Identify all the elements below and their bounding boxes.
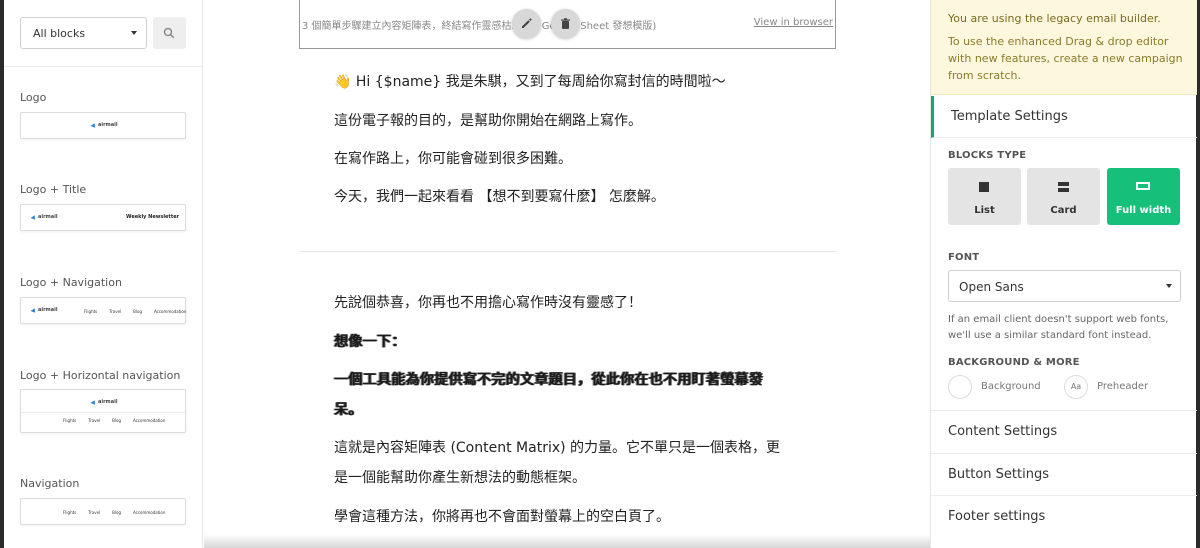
nav-item: Flights	[63, 510, 77, 515]
email-paragraph: 今天，我們一起來看看 【想不到要寫什麼】 怎麼解。	[334, 189, 665, 205]
search-button[interactable]	[153, 17, 186, 49]
view-in-browser-link[interactable]: View in browser	[754, 17, 833, 28]
block-logo[interactable]: airmail	[20, 112, 186, 139]
nav-item: Flights	[84, 309, 98, 314]
block-group-label-logo: Logo	[20, 91, 47, 104]
template-settings-label: Template Settings	[951, 109, 1068, 124]
block-divider	[21, 412, 185, 413]
email-greeting-line: 👋 Hi {$name} 我是朱騏，又到了每周給你寫封信的時間啦～	[334, 71, 726, 91]
settings-sidebar: You are using the legacy email builder. …	[930, 0, 1197, 548]
email-text: Hi {$name} 我是朱騏，又到了每周給你寫封信的時間啦～	[355, 74, 726, 90]
email-paragraph: 學會這種方法，你將再也不會面對螢幕上的空白頁了。	[334, 509, 670, 525]
block-group-label-logo-horizontal-navigation: Logo + Horizontal navigation	[20, 369, 181, 382]
email-paragraph: 先說個恭喜，你再也不用擔心寫作時沒有靈感了！	[334, 295, 642, 311]
font-select-value: Open Sans	[959, 280, 1024, 294]
block-navigation[interactable]: Flights Travel Blog Accommodation	[20, 498, 186, 525]
blocks-type-label: BLOCKS TYPE	[948, 150, 1027, 161]
email-paragraph: 呆。	[334, 402, 363, 418]
airmail-logo: airmail	[91, 122, 118, 128]
block-nav: Flights Travel Blog Accommodation	[84, 309, 186, 314]
nav-item: Travel	[88, 418, 101, 423]
block-type-label: List	[974, 205, 995, 216]
nav-item: Blog	[112, 510, 121, 515]
block-type-list-button[interactable]: List	[948, 168, 1021, 225]
email-paragraph: 想像一下：	[334, 334, 406, 350]
email-paragraph: 在寫作路上，你可能會碰到很多困難。	[334, 151, 572, 167]
full-width-block-icon	[1136, 182, 1150, 190]
block-type-label: Full width	[1115, 205, 1172, 216]
block-nav: Flights Travel Blog Accommodation	[63, 510, 165, 515]
font-help-text: If an email client doesn't support web f…	[948, 314, 1169, 341]
card-block-icon	[1058, 182, 1069, 192]
section-title: Footer settings	[948, 509, 1046, 524]
nav-item: Blog	[112, 418, 121, 423]
waving-hand-icon: 👋	[334, 74, 352, 90]
block-type-label: Card	[1050, 205, 1077, 216]
blocks-filter-value: All blocks	[33, 27, 86, 40]
nav-item: Accommodation	[132, 418, 166, 423]
font-label: FONT	[948, 252, 980, 263]
preheader-option-label[interactable]: Preheader	[1097, 381, 1148, 392]
background-option-label[interactable]: Background	[981, 381, 1041, 392]
font-select[interactable]: Open Sans	[948, 270, 1181, 302]
trash-icon	[561, 18, 570, 29]
block-group-label-logo-title: Logo + Title	[20, 183, 87, 196]
blocks-filter-select[interactable]: All blocks	[20, 17, 147, 49]
content-settings-section[interactable]: Content Settings	[931, 410, 1197, 453]
blocks-sidebar: All blocks Logo airmail Logo + Title air…	[4, 0, 203, 548]
nav-item: Flights	[63, 418, 77, 423]
preheader-block[interactable]: 3 個簡單步驟建立內容矩陣表，終結寫作靈感枯竭 (附 Google Sheet …	[299, 0, 836, 49]
airmail-logo: airmail	[31, 307, 58, 313]
nav-item: Travel	[109, 309, 122, 314]
scroll-fade	[204, 534, 930, 548]
nav-item: Travel	[88, 510, 101, 515]
block-logo-title[interactable]: airmail Weekly Newsletter	[20, 204, 186, 231]
footer-settings-section[interactable]: Footer settings	[931, 495, 1197, 538]
section-title: Content Settings	[948, 424, 1058, 439]
email-preview-canvas: 3 個簡單步驟建立內容矩陣表，終結寫作靈感枯竭 (附 Google Sheet …	[204, 0, 930, 548]
nav-item: Accommodation	[153, 309, 187, 314]
block-logo-navigation[interactable]: airmail Flights Travel Blog Accommodatio…	[20, 297, 186, 324]
legacy-banner-title: You are using the legacy email builder.	[948, 12, 1161, 25]
block-title-text: Weekly Newsletter	[126, 214, 180, 220]
section-title: Button Settings	[948, 467, 1049, 482]
background-color-swatch[interactable]	[948, 375, 972, 399]
block-group-label-navigation: Navigation	[20, 477, 80, 490]
button-settings-section[interactable]: Button Settings	[931, 453, 1197, 496]
email-paragraph: 是一個能幫助你產生新想法的動態框架。	[334, 470, 586, 486]
block-nav: Flights Travel Blog Accommodation	[63, 418, 165, 423]
nav-item: Blog	[133, 309, 142, 314]
pencil-icon	[522, 18, 532, 28]
delete-block-button[interactable]	[551, 9, 580, 38]
block-type-card-button[interactable]: Card	[1027, 168, 1100, 225]
block-logo-horizontal-navigation[interactable]: airmail Flights Travel Blog Accommodatio…	[20, 389, 186, 433]
email-paragraph: 這就是內容矩陣表 (Content Matrix) 的力量。它不單只是一個表格，…	[334, 440, 781, 456]
email-paragraph: 這份電子報的目的，是幫助你開始在網路上寫作。	[334, 113, 642, 129]
airmail-logo: airmail	[91, 399, 118, 405]
tab-template-settings[interactable]: Template Settings	[931, 96, 1197, 138]
edit-block-button[interactable]	[512, 9, 541, 38]
dropdown-caret-icon	[1166, 284, 1172, 288]
list-block-icon	[979, 182, 989, 192]
preheader-toggle[interactable]: Aa	[1064, 375, 1088, 399]
nav-item: Accommodation	[132, 510, 166, 515]
dropdown-caret-icon	[131, 31, 137, 35]
legacy-builder-banner: You are using the legacy email builder. …	[931, 0, 1197, 95]
legacy-banner-body: To use the enhanced Drag & drop editor w…	[948, 35, 1183, 82]
block-type-full-width-button[interactable]: Full width	[1107, 168, 1180, 225]
block-group-label-logo-navigation: Logo + Navigation	[20, 276, 122, 289]
section-divider	[299, 251, 836, 252]
email-paragraph: 一個工具能為你提供寫不完的文章題目，從此你在也不用盯著螢幕發	[334, 372, 763, 388]
airmail-logo: airmail	[31, 214, 58, 220]
preheader-text: 3 個簡單步驟建立內容矩陣表，終結寫作靈感枯竭 (附 Google Sheet …	[302, 21, 657, 32]
search-icon	[163, 27, 175, 39]
background-more-label: BACKGROUND & MORE	[948, 357, 1080, 368]
blocks-toolbar: All blocks	[4, 0, 202, 67]
